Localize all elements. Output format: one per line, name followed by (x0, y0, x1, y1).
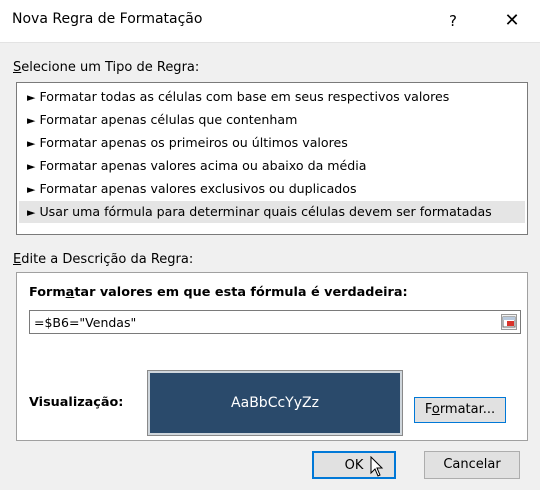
help-button[interactable]: ? (438, 8, 468, 34)
rule-type-list[interactable]: ► Formatar todas as células com base em s… (16, 82, 528, 235)
arrow-icon: ► (27, 114, 36, 127)
rule-type-item[interactable]: ► Formatar apenas valores acima ou abaixo… (19, 155, 525, 177)
format-button[interactable]: Formatar... (414, 397, 506, 423)
rule-type-item[interactable]: ► Formatar apenas os primeiros ou últimos… (19, 132, 525, 154)
rule-type-item[interactable]: ► Formatar apenas valores exclusivos ou d… (19, 178, 525, 200)
preview-label: Visualização: (29, 395, 124, 410)
arrow-icon: ► (27, 137, 36, 150)
rule-type-label: Selecione um Tipo de Regra: (13, 60, 200, 75)
cancel-button[interactable]: Cancelar (424, 451, 520, 479)
formula-input[interactable]: =$B6="Vendas" (29, 310, 521, 334)
mouse-cursor-icon (370, 456, 384, 477)
close-icon: ✕ (504, 10, 520, 31)
rule-type-item[interactable]: ► Formatar todas as células com base em s… (19, 86, 525, 108)
close-button[interactable]: ✕ (494, 6, 530, 36)
preview-sample-text: AaBbCcYyZz (231, 395, 319, 411)
rule-description-panel: Formatar valores em que esta fórmula é v… (16, 272, 528, 441)
arrow-icon: ► (27, 160, 36, 173)
collapse-dialog-button[interactable] (501, 314, 517, 330)
rule-type-item[interactable]: ► Formatar apenas células que contenham (19, 109, 525, 131)
window-title: Nova Regra de Formatação (12, 11, 203, 27)
range-select-icon (502, 316, 516, 328)
formula-label: Formatar valores em que esta fórmula é v… (29, 285, 408, 300)
arrow-icon: ► (27, 183, 36, 196)
rule-description-label: Edite a Descrição da Regra: (13, 252, 194, 267)
title-bar: Nova Regra de Formatação ? ✕ (0, 0, 540, 43)
arrow-icon: ► (27, 91, 36, 104)
format-preview: AaBbCcYyZz (147, 370, 403, 436)
rule-type-item-selected[interactable]: ► Usar uma fórmula para determinar quais … (19, 201, 525, 223)
arrow-icon: ► (27, 206, 36, 219)
formula-value: =$B6="Vendas" (34, 315, 137, 330)
